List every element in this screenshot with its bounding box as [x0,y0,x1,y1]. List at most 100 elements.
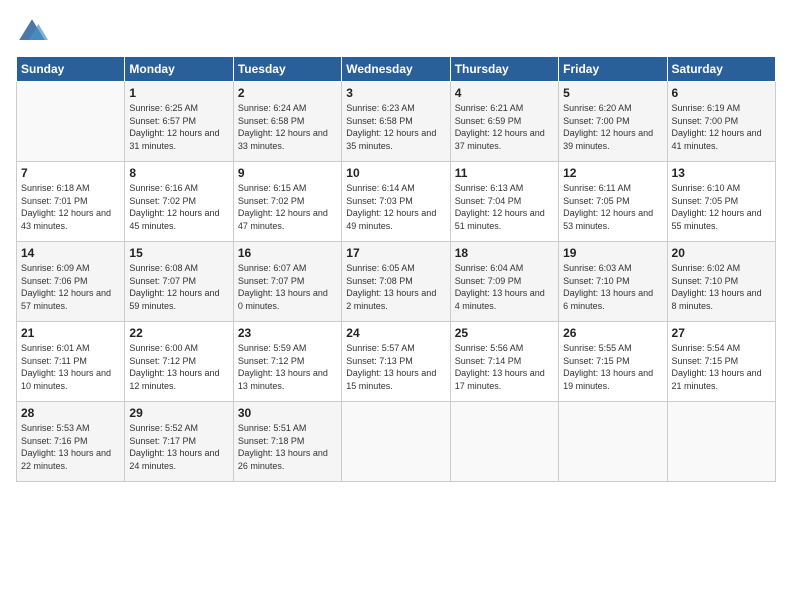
day-number: 16 [238,246,337,260]
day-info: Sunrise: 5:59 AMSunset: 7:12 PMDaylight:… [238,342,337,392]
day-number: 6 [672,86,771,100]
calendar-cell: 2 Sunrise: 6:24 AMSunset: 6:58 PMDaylight… [233,82,341,162]
day-number: 12 [563,166,662,180]
day-number: 18 [455,246,554,260]
calendar-cell: 24Sunrise: 5:57 AMSunset: 7:13 PMDayligh… [342,322,450,402]
day-number: 19 [563,246,662,260]
day-info: Sunrise: 5:51 AMSunset: 7:18 PMDaylight:… [238,422,337,472]
calendar-cell: 6 Sunrise: 6:19 AMSunset: 7:00 PMDaylight… [667,82,775,162]
calendar-cell: 9Sunrise: 6:15 AMSunset: 7:02 PMDaylight… [233,162,341,242]
day-number: 13 [672,166,771,180]
weekday-header: Sunday [17,57,125,82]
day-info: Sunrise: 5:56 AMSunset: 7:14 PMDaylight:… [455,342,554,392]
day-info: Sunrise: 6:14 AMSunset: 7:03 PMDaylight:… [346,182,445,232]
calendar-cell: 25 Sunrise: 5:56 AMSunset: 7:14 PMDayligh… [450,322,558,402]
day-info: Sunrise: 6:08 AMSunset: 7:07 PMDaylight:… [129,262,228,312]
day-info: Sunrise: 6:05 AMSunset: 7:08 PMDaylight:… [346,262,445,312]
calendar-cell: 12 Sunrise: 6:11 AMSunset: 7:05 PMDayligh… [559,162,667,242]
day-info: Sunrise: 6:18 AMSunset: 7:01 PMDaylight:… [21,182,120,232]
day-number: 14 [21,246,120,260]
day-number: 24 [346,326,445,340]
day-number: 22 [129,326,228,340]
calendar-cell: 14 Sunrise: 6:09 AMSunset: 7:06 PMDayligh… [17,242,125,322]
logo-icon [16,16,48,48]
page-container: SundayMondayTuesdayWednesdayThursdayFrid… [0,0,792,492]
header [16,16,776,48]
day-number: 5 [563,86,662,100]
calendar-cell [450,402,558,482]
day-info: Sunrise: 6:24 AMSunset: 6:58 PMDaylight:… [238,102,337,152]
day-info: Sunrise: 6:00 AMSunset: 7:12 PMDaylight:… [129,342,228,392]
calendar-cell [17,82,125,162]
weekday-header: Tuesday [233,57,341,82]
day-number: 30 [238,406,337,420]
day-info: Sunrise: 6:13 AMSunset: 7:04 PMDaylight:… [455,182,554,232]
calendar-cell: 30 Sunrise: 5:51 AMSunset: 7:18 PMDayligh… [233,402,341,482]
calendar: SundayMondayTuesdayWednesdayThursdayFrid… [16,56,776,482]
day-number: 20 [672,246,771,260]
day-info: Sunrise: 6:01 AMSunset: 7:11 PMDaylight:… [21,342,120,392]
calendar-cell: 22 Sunrise: 6:00 AMSunset: 7:12 PMDayligh… [125,322,233,402]
day-number: 17 [346,246,445,260]
calendar-cell: 19 Sunrise: 6:03 AMSunset: 7:10 PMDayligh… [559,242,667,322]
day-number: 26 [563,326,662,340]
calendar-cell: 1 Sunrise: 6:25 AMSunset: 6:57 PMDaylight… [125,82,233,162]
day-info: Sunrise: 6:07 AMSunset: 7:07 PMDaylight:… [238,262,337,312]
day-number: 10 [346,166,445,180]
weekday-header: Thursday [450,57,558,82]
day-number: 2 [238,86,337,100]
day-info: Sunrise: 6:15 AMSunset: 7:02 PMDaylight:… [238,182,337,232]
calendar-cell: 7 Sunrise: 6:18 AMSunset: 7:01 PMDaylight… [17,162,125,242]
day-number: 23 [238,326,337,340]
calendar-week-row: 14 Sunrise: 6:09 AMSunset: 7:06 PMDayligh… [17,242,776,322]
day-info: Sunrise: 5:53 AMSunset: 7:16 PMDaylight:… [21,422,120,472]
weekday-header: Saturday [667,57,775,82]
day-number: 15 [129,246,228,260]
day-info: Sunrise: 6:21 AMSunset: 6:59 PMDaylight:… [455,102,554,152]
calendar-cell: 4 Sunrise: 6:21 AMSunset: 6:59 PMDaylight… [450,82,558,162]
calendar-cell [342,402,450,482]
weekday-header: Wednesday [342,57,450,82]
calendar-cell: 11 Sunrise: 6:13 AMSunset: 7:04 PMDayligh… [450,162,558,242]
calendar-cell: 8Sunrise: 6:16 AMSunset: 7:02 PMDaylight… [125,162,233,242]
calendar-cell: 20 Sunrise: 6:02 AMSunset: 7:10 PMDayligh… [667,242,775,322]
calendar-cell: 18 Sunrise: 6:04 AMSunset: 7:09 PMDayligh… [450,242,558,322]
calendar-cell: 10 Sunrise: 6:14 AMSunset: 7:03 PMDayligh… [342,162,450,242]
day-number: 29 [129,406,228,420]
day-number: 7 [21,166,120,180]
day-info: Sunrise: 6:02 AMSunset: 7:10 PMDaylight:… [672,262,771,312]
day-number: 21 [21,326,120,340]
day-info: Sunrise: 5:55 AMSunset: 7:15 PMDaylight:… [563,342,662,392]
calendar-cell: 13 Sunrise: 6:10 AMSunset: 7:05 PMDayligh… [667,162,775,242]
day-number: 27 [672,326,771,340]
calendar-cell: 5 Sunrise: 6:20 AMSunset: 7:00 PMDaylight… [559,82,667,162]
day-info: Sunrise: 6:20 AMSunset: 7:00 PMDaylight:… [563,102,662,152]
calendar-cell: 29 Sunrise: 5:52 AMSunset: 7:17 PMDayligh… [125,402,233,482]
day-info: Sunrise: 6:09 AMSunset: 7:06 PMDaylight:… [21,262,120,312]
calendar-week-row: 21 Sunrise: 6:01 AMSunset: 7:11 PMDayligh… [17,322,776,402]
calendar-cell: 17 Sunrise: 6:05 AMSunset: 7:08 PMDayligh… [342,242,450,322]
day-info: Sunrise: 6:11 AMSunset: 7:05 PMDaylight:… [563,182,662,232]
day-info: Sunrise: 6:03 AMSunset: 7:10 PMDaylight:… [563,262,662,312]
day-info: Sunrise: 6:10 AMSunset: 7:05 PMDaylight:… [672,182,771,232]
calendar-cell: 3Sunrise: 6:23 AMSunset: 6:58 PMDaylight… [342,82,450,162]
weekday-header: Monday [125,57,233,82]
calendar-cell: 27 Sunrise: 5:54 AMSunset: 7:15 PMDayligh… [667,322,775,402]
day-number: 1 [129,86,228,100]
day-info: Sunrise: 6:04 AMSunset: 7:09 PMDaylight:… [455,262,554,312]
day-number: 8 [129,166,228,180]
calendar-cell: 15 Sunrise: 6:08 AMSunset: 7:07 PMDayligh… [125,242,233,322]
day-info: Sunrise: 6:25 AMSunset: 6:57 PMDaylight:… [129,102,228,152]
day-info: Sunrise: 5:54 AMSunset: 7:15 PMDaylight:… [672,342,771,392]
day-number: 25 [455,326,554,340]
calendar-week-row: 1 Sunrise: 6:25 AMSunset: 6:57 PMDaylight… [17,82,776,162]
day-info: Sunrise: 5:52 AMSunset: 7:17 PMDaylight:… [129,422,228,472]
calendar-week-row: 28Sunrise: 5:53 AMSunset: 7:16 PMDayligh… [17,402,776,482]
day-number: 4 [455,86,554,100]
calendar-cell [559,402,667,482]
day-number: 11 [455,166,554,180]
day-info: Sunrise: 6:23 AMSunset: 6:58 PMDaylight:… [346,102,445,152]
calendar-cell: 21 Sunrise: 6:01 AMSunset: 7:11 PMDayligh… [17,322,125,402]
day-info: Sunrise: 6:19 AMSunset: 7:00 PMDaylight:… [672,102,771,152]
weekday-header-row: SundayMondayTuesdayWednesdayThursdayFrid… [17,57,776,82]
